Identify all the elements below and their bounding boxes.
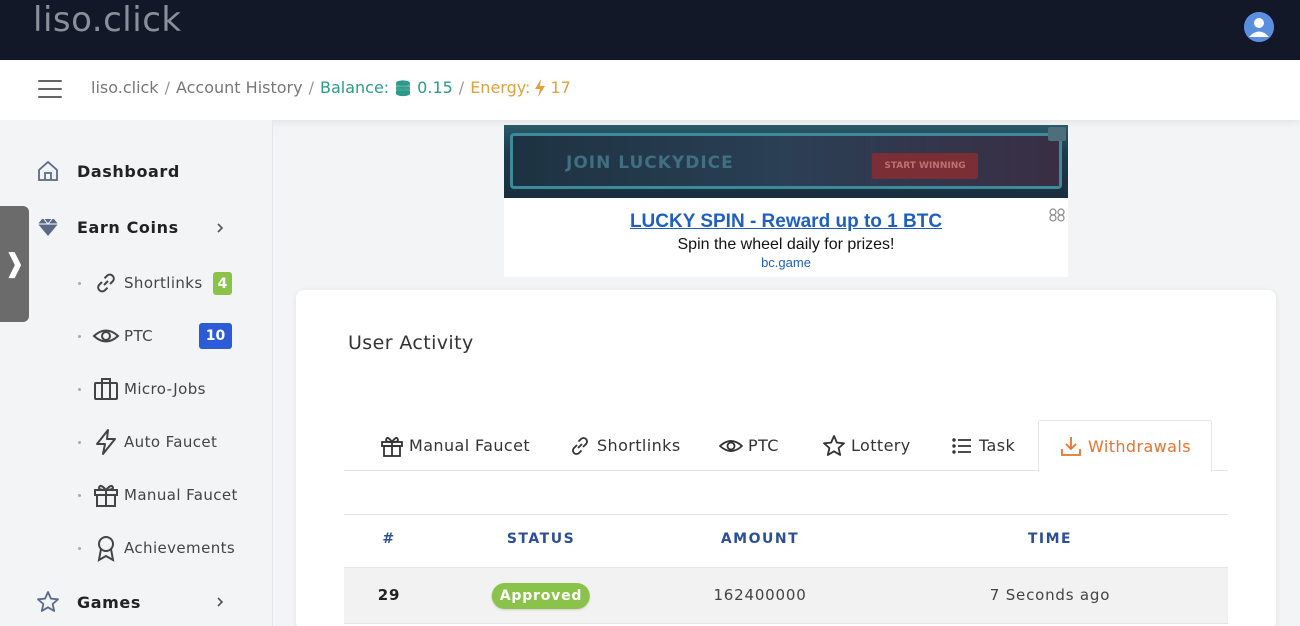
eye-icon [92,329,120,343]
tab-label: Task [979,436,1016,455]
download-icon [1061,437,1081,456]
sidebar-item-label: PTC [124,327,154,345]
ad-banner[interactable]: JOIN LUCKYDICE START WINNING LUCKY SPIN … [504,125,1068,277]
balance-display: Balance: 0.15 [320,77,453,99]
sidebar-item-label: Achievements [124,539,236,557]
star-icon [37,591,59,612]
eye-icon [719,439,743,452]
award-icon [97,536,115,562]
breadcrumb-separator: / [164,78,170,97]
breadcrumb-bar: liso.click / Account History / Balance: … [0,60,1300,120]
ptc-count-badge: 10 [199,323,232,349]
sidebar-item-label: Earn Coins [77,217,179,237]
sidebar-item-manual-faucet[interactable]: Manual Faucet [78,480,238,510]
tab-ptc[interactable]: PTC [719,420,779,471]
column-header-time: TIME [1027,531,1073,547]
breadcrumb: liso.click / Account History / Balance: … [91,77,571,99]
column-header-status: STATUS [506,531,576,547]
energy-display: Energy: 17 [470,77,571,99]
balance-value: 0.15 [417,78,453,97]
tab-label: Withdrawals [1088,436,1191,456]
site-logo[interactable]: liso.click [33,0,182,40]
sidebar-item-micro-jobs[interactable]: Micro-Jobs [78,374,238,404]
tab-withdrawals[interactable]: Withdrawals [1038,420,1212,472]
user-avatar-icon[interactable] [1244,12,1274,42]
shortlinks-count-badge: 4 [213,272,232,295]
activity-tabs: Manual Faucet Shortlinks PTC Lottery Tas… [344,420,1228,472]
lightning-icon [535,79,546,97]
breadcrumb-separator: / [308,78,314,97]
sidebar-item-games[interactable]: Games [36,587,141,617]
tab-label: Manual Faucet [409,436,531,455]
ad-description: Spin the wheel daily for prizes! [677,236,895,253]
menu-toggle-icon[interactable] [38,80,62,100]
tab-label: Lottery [851,436,911,455]
table-row: 29 Approved 162400000 7 Seconds ago [344,568,1228,624]
ad-banner-image[interactable]: JOIN LUCKYDICE START WINNING [504,125,1068,198]
sidebar-item-label: Dashboard [77,161,180,181]
sidebar-item-label: Games [77,592,141,612]
balance-label: Balance: [319,78,390,97]
sidebar-item-dashboard[interactable]: Dashboard [36,156,180,186]
diamond-icon [38,218,58,236]
row-amount: 162400000 [713,586,807,604]
lightning-icon [96,429,116,455]
sidebar-collapse-toggle[interactable]: ❱ [0,206,29,322]
list-icon [952,437,971,454]
tab-task[interactable]: Task [950,420,1015,471]
ad-banner-text: JOIN LUCKYDICE [566,153,734,173]
tab-manual-faucet[interactable]: Manual Faucet [380,420,530,471]
link-icon [572,436,588,455]
ad-url-link[interactable]: bc.game [504,255,1068,270]
home-icon [38,160,58,181]
sidebar-item-label: Micro-Jobs [124,380,206,398]
breadcrumb-home[interactable]: liso.click [91,77,159,99]
sidebar-item-label: Shortlinks [124,274,203,292]
link-icon [97,273,115,293]
gift-icon [94,484,118,507]
chevron-right-icon[interactable] [214,596,226,608]
ad-title-link[interactable]: LUCKY SPIN - Reward up to 1 BTC [504,211,1068,233]
column-header-amount: AMOUNT [720,531,800,547]
status-badge: Approved [491,583,591,609]
sidebar-item-label: Manual Faucet [124,486,238,504]
sidebar-item-label: Auto Faucet [124,433,218,451]
user-activity-card: User Activity Manual Faucet Shortlinks P… [296,290,1276,626]
breadcrumb-separator: / [458,78,465,97]
sidebar-item-achievements[interactable]: Achievements [78,533,238,563]
energy-value: 17 [550,78,571,97]
ad-banner-button[interactable]: START WINNING [872,153,978,179]
ad-info-icon[interactable] [1048,127,1066,141]
gift-icon [381,436,403,457]
sidebar-item-earn-coins[interactable]: Earn Coins [36,212,179,242]
briefcase-icon [94,378,118,400]
card-title: User Activity [348,332,474,354]
star-icon [823,434,845,456]
column-header-number: # [382,531,396,547]
row-number: 29 [377,586,401,604]
breadcrumb-current-page: Account History [175,78,303,97]
coins-icon [396,80,411,97]
tab-label: Shortlinks [597,436,681,455]
table-header: # STATUS AMOUNT TIME [344,514,1228,568]
tab-label: PTC [748,436,779,455]
energy-label: Energy: [470,78,531,97]
tab-lottery[interactable]: Lottery [822,420,911,471]
top-navbar: liso.click [0,0,1300,60]
tab-shortlinks[interactable]: Shortlinks [568,420,681,471]
chevron-right-icon[interactable] [214,222,226,234]
row-time: 7 Seconds ago [989,586,1111,604]
sidebar-item-auto-faucet[interactable]: Auto Faucet [78,427,238,457]
